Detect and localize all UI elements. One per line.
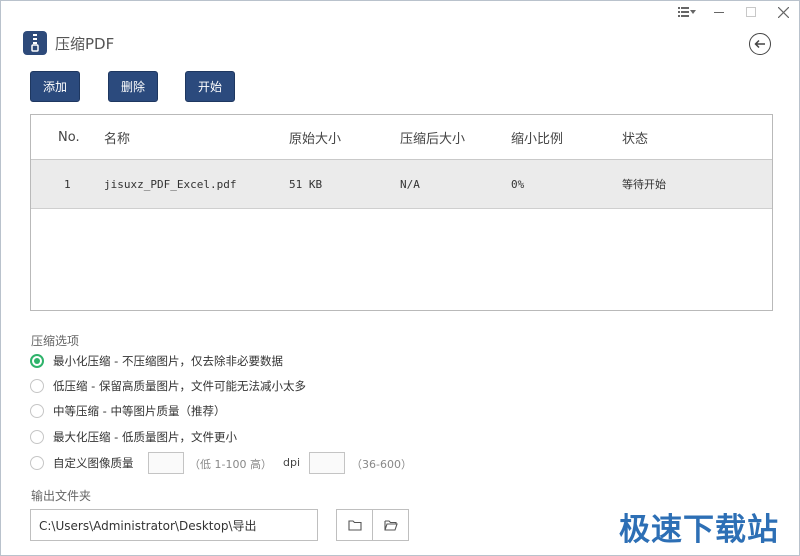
column-header-no[interactable]: No. — [58, 115, 80, 159]
option-label: 低压缩 - 保留高质量图片，文件可能无法减小太多 — [53, 379, 306, 393]
dpi-label: dpi — [283, 456, 301, 469]
column-header-original-size[interactable]: 原始大小 — [289, 115, 341, 159]
radio-button[interactable] — [30, 430, 44, 444]
folder-buttons — [336, 509, 409, 541]
row-status: 等待开始 — [622, 178, 666, 191]
app-window: 压缩PDF 添加 删除 开始 No. 名称 原始大小 压缩后大小 缩小比例 状态… — [0, 0, 800, 556]
row-original-size: 51 KB — [289, 177, 323, 191]
output-path-field[interactable]: C:\Users\Administrator\Desktop\导出 — [30, 509, 318, 541]
open-folder-icon[interactable] — [372, 510, 408, 540]
dpi-input[interactable] — [309, 452, 345, 474]
dpi-hint: （36-600） — [351, 458, 412, 471]
row-no: 1 — [64, 177, 71, 191]
radio-button[interactable] — [30, 404, 44, 418]
window-controls — [671, 3, 799, 21]
option-minimal-compression[interactable]: 最小化压缩 - 不压缩图片，仅去除非必要数据 — [30, 352, 283, 370]
add-button[interactable]: 添加 — [30, 71, 80, 102]
close-icon[interactable] — [767, 3, 799, 21]
radio-button[interactable] — [30, 456, 44, 470]
table-row[interactable]: 1 jisuxz_PDF_Excel.pdf 51 KB N/A 0% 等待开始 — [31, 160, 772, 209]
delete-button[interactable]: 删除 — [108, 71, 158, 102]
option-custom-quality[interactable]: 自定义图像质量 — [30, 454, 134, 472]
quality-input[interactable] — [148, 452, 184, 474]
option-label: 最小化压缩 - 不压缩图片，仅去除非必要数据 — [53, 354, 283, 368]
option-label: 最大化压缩 - 低质量图片，文件更小 — [53, 430, 237, 444]
back-arrow-icon[interactable] — [749, 33, 771, 55]
menu-icon[interactable] — [671, 3, 703, 21]
radio-button[interactable] — [30, 354, 44, 368]
column-header-compressed-size[interactable]: 压缩后大小 — [400, 115, 465, 159]
minimize-icon[interactable] — [703, 3, 735, 21]
app-title: 压缩PDF — [55, 35, 115, 53]
quality-hint: （低 1-100 高） — [189, 458, 272, 471]
output-folder-label: 输出文件夹 — [31, 489, 92, 503]
compression-options-label: 压缩选项 — [31, 334, 80, 348]
option-label: 自定义图像质量 — [53, 456, 134, 470]
column-header-name[interactable]: 名称 — [104, 115, 130, 159]
file-table: No. 名称 原始大小 压缩后大小 缩小比例 状态 1 jisuxz_PDF_E… — [30, 114, 773, 311]
row-file-name: jisuxz_PDF_Excel.pdf — [104, 177, 237, 191]
row-ratio: 0% — [511, 177, 525, 191]
option-low-compression[interactable]: 低压缩 - 保留高质量图片，文件可能无法减小太多 — [30, 377, 306, 395]
site-watermark: 极速下载站 — [619, 512, 779, 548]
maximize-icon[interactable] — [735, 3, 767, 21]
radio-button[interactable] — [30, 379, 44, 393]
option-medium-compression[interactable]: 中等压缩 - 中等图片质量（推荐） — [30, 402, 225, 420]
table-header: No. 名称 原始大小 压缩后大小 缩小比例 状态 — [31, 115, 772, 160]
folder-icon[interactable] — [337, 510, 372, 540]
column-header-status[interactable]: 状态 — [622, 115, 648, 159]
row-compressed-size: N/A — [400, 177, 420, 191]
start-button[interactable]: 开始 — [185, 71, 235, 102]
column-header-ratio[interactable]: 缩小比例 — [511, 115, 563, 159]
option-label: 中等压缩 - 中等图片质量（推荐） — [53, 404, 226, 418]
zip-file-icon — [23, 31, 47, 55]
option-maximum-compression[interactable]: 最大化压缩 - 低质量图片，文件更小 — [30, 428, 237, 446]
